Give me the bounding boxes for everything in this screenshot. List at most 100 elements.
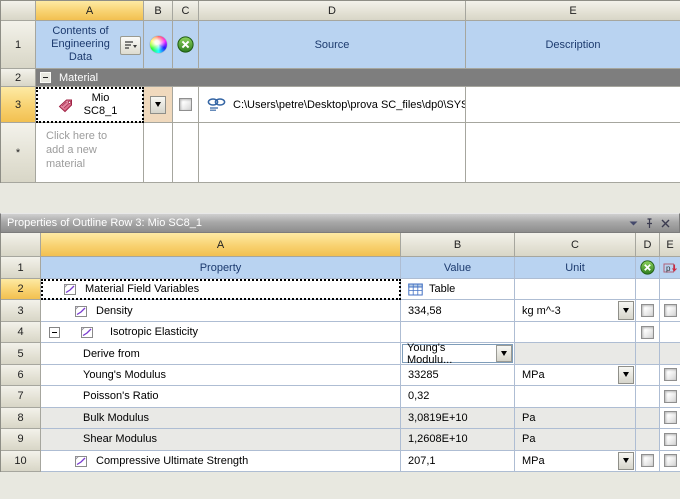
suppress-cell-readonly xyxy=(636,408,660,429)
outline-corner-header[interactable] xyxy=(1,1,36,21)
add-material-placeholder: Click here to add a new material xyxy=(46,129,116,171)
outline-row3-number[interactable]: 3 xyxy=(1,87,36,123)
collapse-material-icon[interactable] xyxy=(40,72,51,83)
add-row-c-cell xyxy=(173,123,199,183)
parameterize-icon: p xyxy=(663,261,677,275)
unit-cell-density[interactable]: kg m^-3 xyxy=(515,300,636,321)
material-style-dropdown[interactable] xyxy=(150,96,166,114)
pane-menu-button[interactable] xyxy=(625,215,641,231)
outline-row2-number[interactable]: 2 xyxy=(1,69,36,87)
outline-col-c[interactable]: C xyxy=(173,1,199,21)
material-group-band: Material xyxy=(36,69,680,87)
prop-cell-youngs-modulus[interactable]: Young's Modulus xyxy=(41,365,401,386)
suppress-cell-readonly xyxy=(636,343,660,364)
close-pane-button[interactable] xyxy=(657,215,673,231)
prop-cell-material-field-variables[interactable]: Material Field Variables xyxy=(41,279,401,300)
unit-cell-empty[interactable] xyxy=(515,322,636,343)
collapse-isotropic-icon[interactable] xyxy=(49,327,60,338)
value-cell-empty[interactable] xyxy=(401,322,515,343)
unit-cell-empty[interactable] xyxy=(515,386,636,407)
outline-col-b[interactable]: B xyxy=(144,1,173,21)
unit-label: Pa xyxy=(522,433,535,445)
material-description-cell[interactable] xyxy=(466,87,680,123)
outline-row1-number[interactable]: 1 xyxy=(1,21,36,69)
material-suppress-checkbox[interactable] xyxy=(179,98,192,111)
material-source-cell[interactable]: C:\Users\petre\Desktop\prova SC_files\dp… xyxy=(199,87,466,123)
parameterize-checkbox[interactable] xyxy=(664,368,677,381)
props-row9-number[interactable]: 9 xyxy=(1,429,41,450)
outline-col-e[interactable]: E xyxy=(466,1,680,21)
prop-cell-isotropic-elasticity[interactable]: Isotropic Elasticity xyxy=(41,322,401,343)
props-col-a[interactable]: A xyxy=(41,233,401,257)
unit-dropdown[interactable] xyxy=(618,452,634,470)
parameterize-checkbox[interactable] xyxy=(664,433,677,446)
outline-col-d[interactable]: D xyxy=(199,1,466,21)
value-cell-youngs-modulus[interactable]: 33285 xyxy=(401,365,515,386)
suppress-checkbox[interactable] xyxy=(641,454,654,467)
value-label: Table xyxy=(429,283,455,295)
property-label: Compressive Ultimate Strength xyxy=(96,455,248,467)
props-row6-number[interactable]: 6 xyxy=(1,365,41,386)
prop-cell-derive-from[interactable]: Derive from xyxy=(41,343,401,364)
unit-cell-compressive[interactable]: MPa xyxy=(515,451,636,472)
param-cell-empty xyxy=(660,279,680,300)
props-row7-number[interactable]: 7 xyxy=(1,386,41,407)
chart-property-icon xyxy=(63,282,77,296)
unit-dropdown[interactable] xyxy=(618,366,634,384)
props-col-e[interactable]: E xyxy=(660,233,680,257)
pin-pane-button[interactable] xyxy=(641,215,657,231)
value-cell-compressive[interactable]: 207,1 xyxy=(401,451,515,472)
combobox-dropdown[interactable] xyxy=(496,345,512,362)
add-row-e-cell xyxy=(466,123,680,183)
parameterize-checkbox[interactable] xyxy=(664,304,677,317)
prop-cell-poissons-ratio[interactable]: Poisson's Ratio xyxy=(41,386,401,407)
props-row8-number[interactable]: 8 xyxy=(1,408,41,429)
filter-button[interactable] xyxy=(120,36,141,55)
material-name-cell[interactable]: Mio SC8_1 xyxy=(36,87,144,123)
value-cell-poissons-ratio[interactable]: 0,32 xyxy=(401,386,515,407)
props-row10-number[interactable]: 10 xyxy=(1,451,41,472)
parameterize-checkbox[interactable] xyxy=(664,454,677,467)
props-corner-header[interactable] xyxy=(1,233,41,257)
outline-add-row-number[interactable]: * xyxy=(1,123,36,183)
value-cell-density[interactable]: 334,58 xyxy=(401,300,515,321)
suppress-cell xyxy=(636,451,660,472)
suppress-checkbox[interactable] xyxy=(641,304,654,317)
value-cell-material-field-variables[interactable]: Table xyxy=(401,279,515,300)
prop-cell-density[interactable]: Density xyxy=(41,300,401,321)
properties-table: A B C D E 1 Property Value Unit p 2 Mate… xyxy=(0,233,680,472)
add-material-cell[interactable]: Click here to add a new material xyxy=(36,123,144,183)
props-row5-number[interactable]: 5 xyxy=(1,343,41,364)
derive-from-combobox[interactable]: Young's Modulu... xyxy=(402,344,513,363)
props-row2-number[interactable]: 2 xyxy=(1,279,41,300)
props-row1-number[interactable]: 1 xyxy=(1,257,41,279)
add-row-b-cell xyxy=(144,123,173,183)
unit-cell-empty[interactable] xyxy=(515,279,636,300)
suppress-cell-empty xyxy=(636,365,660,386)
green-x-icon xyxy=(177,36,194,53)
prop-cell-compressive-ultimate-strength[interactable]: Compressive Ultimate Strength xyxy=(41,451,401,472)
unit-cell-youngs-modulus[interactable]: MPa xyxy=(515,365,636,386)
param-cell xyxy=(660,429,680,450)
props-col-b[interactable]: B xyxy=(401,233,515,257)
props-col-c[interactable]: C xyxy=(515,233,636,257)
parameterize-checkbox[interactable] xyxy=(664,390,677,403)
suppress-checkbox[interactable] xyxy=(641,326,654,339)
suppress-cell-empty xyxy=(636,386,660,407)
material-suppress-cell xyxy=(173,87,199,123)
suppress-column-header xyxy=(636,257,660,279)
unit-dropdown[interactable] xyxy=(618,301,634,319)
props-col-d[interactable]: D xyxy=(636,233,660,257)
prop-cell-shear-modulus: Shear Modulus xyxy=(41,429,401,450)
props-row3-number[interactable]: 3 xyxy=(1,300,41,321)
outline-col-a[interactable]: A xyxy=(36,1,144,21)
description-header: Description xyxy=(466,21,680,69)
filter-icon xyxy=(123,39,138,52)
color-wheel-icon xyxy=(150,36,167,53)
property-label: Bulk Modulus xyxy=(83,412,149,424)
value-label: 207,1 xyxy=(408,455,436,467)
unit-cell-readonly xyxy=(515,343,636,364)
props-row4-number[interactable]: 4 xyxy=(1,322,41,343)
chart-property-icon xyxy=(74,454,88,468)
parameterize-checkbox[interactable] xyxy=(664,411,677,424)
